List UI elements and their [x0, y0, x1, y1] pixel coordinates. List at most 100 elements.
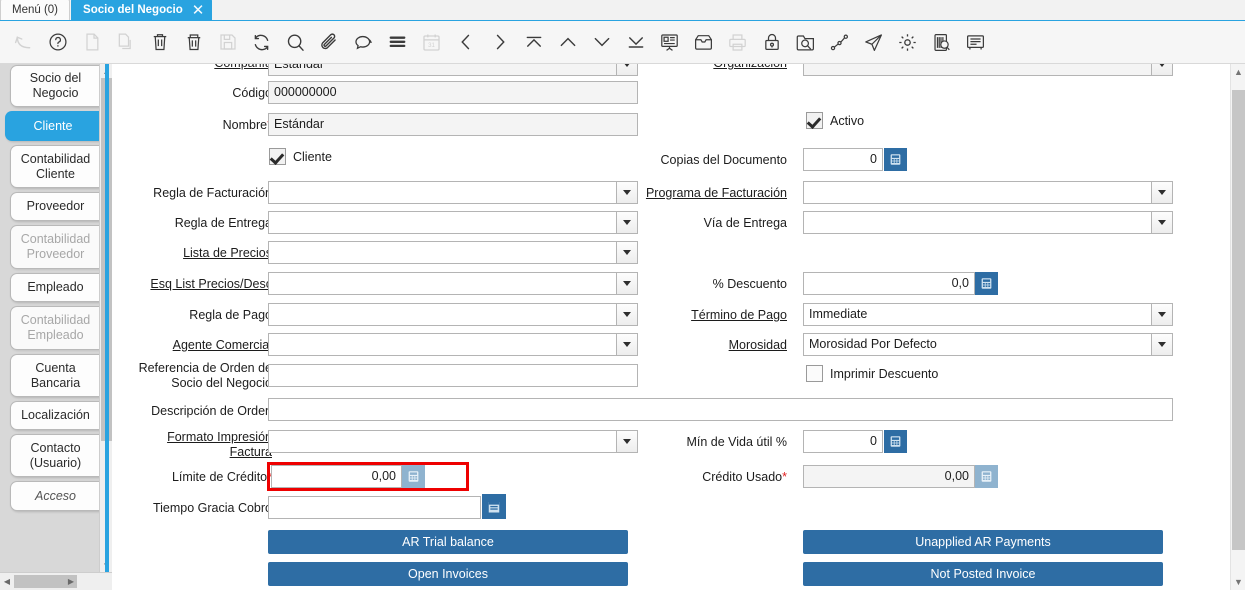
chevron-down-icon[interactable]	[617, 241, 638, 264]
sidebar-item-cliente[interactable]: Cliente	[5, 111, 102, 141]
invoice-info-icon[interactable]	[960, 27, 991, 58]
codigo-input[interactable]: 000000000	[268, 81, 638, 104]
up-record-icon[interactable]	[552, 27, 583, 58]
sidebar-item-socio-del-negocio[interactable]: Socio del Negocio	[10, 65, 102, 107]
print-icon[interactable]	[722, 27, 753, 58]
pct-descuento-input[interactable]: 0,0	[803, 272, 975, 295]
programa-facturacion-combo[interactable]	[803, 181, 1173, 204]
previous-record-icon[interactable]	[450, 27, 481, 58]
delete-selection-icon[interactable]	[178, 27, 209, 58]
scroll-down-icon[interactable]: ▼	[1231, 574, 1245, 590]
undo-icon[interactable]	[8, 27, 39, 58]
last-record-icon[interactable]	[620, 27, 651, 58]
sidebar-item-contabilidad-empleado[interactable]: Contabilidad Empleado	[10, 306, 102, 350]
menu-lines-icon[interactable]	[382, 27, 413, 58]
esq-list-precios-combo[interactable]	[268, 272, 638, 295]
nombre-input[interactable]: Estándar	[268, 113, 638, 136]
chat-icon[interactable]	[348, 27, 379, 58]
lista-precios-combo[interactable]	[268, 241, 638, 264]
attachment-icon[interactable]	[314, 27, 345, 58]
scroll-up-icon[interactable]: ▲	[1231, 64, 1245, 80]
send-icon[interactable]	[858, 27, 889, 58]
via-entrega-combo[interactable]	[803, 211, 1173, 234]
scroll-left-icon[interactable]: ◀	[0, 573, 14, 590]
chevron-down-icon[interactable]	[617, 272, 638, 295]
lock-icon[interactable]	[756, 27, 787, 58]
delete-icon[interactable]	[144, 27, 175, 58]
sidebar-item-contacto-usuario[interactable]: Contacto (Usuario)	[10, 434, 102, 477]
copias-documento-input[interactable]: 0	[803, 148, 883, 171]
regla-pago-combo[interactable]	[268, 303, 638, 326]
sidebar-item-proveedor[interactable]: Proveedor	[10, 192, 102, 221]
imprimir-descuento-checkbox-group[interactable]: Imprimir Descuento	[806, 365, 938, 382]
archive-icon[interactable]	[688, 27, 719, 58]
referencia-orden-input[interactable]	[268, 364, 638, 387]
save-icon[interactable]	[212, 27, 243, 58]
zoom-across-icon[interactable]	[790, 27, 821, 58]
not-posted-invoice-button[interactable]: Not Posted Invoice	[803, 562, 1163, 586]
chevron-down-icon[interactable]	[1152, 333, 1173, 356]
next-record-icon[interactable]	[484, 27, 515, 58]
company-combo[interactable]: Estándar	[268, 64, 638, 76]
min-vida-util-input[interactable]: 0	[803, 430, 883, 453]
tiempo-gracia-input[interactable]	[268, 496, 481, 519]
calendar-icon[interactable]: 31	[416, 27, 447, 58]
activo-checkbox[interactable]	[806, 112, 823, 129]
search-icon[interactable]	[280, 27, 311, 58]
sidebar-item-contabilidad-cliente[interactable]: Contabilidad Cliente	[10, 145, 102, 188]
limite-credito-input[interactable]: 0,00	[271, 465, 402, 488]
product-info-icon[interactable]	[926, 27, 957, 58]
new-record-icon[interactable]	[76, 27, 107, 58]
ar-trial-balance-button[interactable]: AR Trial balance	[268, 530, 628, 554]
agente-comercial-combo[interactable]	[268, 333, 638, 356]
chevron-down-icon[interactable]	[617, 333, 638, 356]
unapplied-ar-payments-button[interactable]: Unapplied AR Payments	[803, 530, 1163, 554]
chevron-down-icon[interactable]	[1152, 303, 1173, 326]
chevron-down-icon[interactable]	[617, 430, 638, 453]
regla-facturacion-combo[interactable]	[268, 181, 638, 204]
gear-icon[interactable]	[892, 27, 923, 58]
chevron-down-icon[interactable]	[1152, 181, 1173, 204]
chevron-down-icon[interactable]	[1152, 211, 1173, 234]
activo-checkbox-group[interactable]: Activo	[806, 112, 864, 129]
sidebar-item-contabilidad-proveedor[interactable]: Contabilidad Proveedor	[10, 225, 102, 269]
sidebar-item-empleado[interactable]: Empleado	[10, 273, 102, 302]
down-record-icon[interactable]	[586, 27, 617, 58]
window-tab-menu[interactable]: Menú (0)	[0, 0, 70, 20]
chevron-down-icon[interactable]	[1152, 64, 1173, 76]
copias-documento-calculator-button[interactable]	[884, 148, 907, 171]
first-record-icon[interactable]	[518, 27, 549, 58]
sidebar-horizontal-scrollbar[interactable]: ◀ ▶	[0, 572, 112, 590]
scrollbar-thumb[interactable]	[1232, 90, 1245, 550]
window-tab-socio-del-negocio[interactable]: Socio del Negocio ✕	[71, 0, 212, 20]
cliente-checkbox[interactable]	[269, 148, 286, 165]
pct-descuento-calculator-button[interactable]	[975, 272, 998, 295]
open-invoices-button[interactable]: Open Invoices	[268, 562, 628, 586]
help-icon[interactable]	[42, 27, 73, 58]
imprimir-descuento-checkbox[interactable]	[806, 365, 823, 382]
min-vida-util-calculator-button[interactable]	[884, 430, 907, 453]
credito-usado-calculator-button[interactable]	[975, 465, 998, 488]
form-vertical-scrollbar[interactable]: ▲ ▼	[1230, 64, 1245, 590]
report-view-icon[interactable]	[654, 27, 685, 58]
morosidad-combo[interactable]: Morosidad Por Defecto	[803, 333, 1173, 356]
descripcion-orden-input[interactable]	[268, 398, 1173, 421]
sidebar-item-acceso[interactable]: Acceso	[10, 481, 102, 511]
chevron-down-icon[interactable]	[617, 64, 638, 76]
tiempo-gracia-calendar-button[interactable]	[482, 494, 506, 519]
sidebar-item-localizacion[interactable]: Localización	[10, 401, 102, 430]
scroll-right-icon[interactable]: ▶	[64, 573, 78, 590]
limite-credito-calculator-button[interactable]	[402, 465, 425, 488]
regla-entrega-combo[interactable]	[268, 211, 638, 234]
chevron-down-icon[interactable]	[617, 211, 638, 234]
organization-combo[interactable]	[803, 64, 1173, 76]
cliente-checkbox-group[interactable]: Cliente	[269, 148, 332, 165]
chevron-down-icon[interactable]	[617, 303, 638, 326]
copy-record-icon[interactable]	[110, 27, 141, 58]
refresh-icon[interactable]	[246, 27, 277, 58]
termino-pago-combo[interactable]: Immediate	[803, 303, 1173, 326]
close-icon[interactable]: ✕	[192, 3, 205, 18]
workflow-icon[interactable]	[824, 27, 855, 58]
formato-impresion-combo[interactable]	[268, 430, 638, 453]
sidebar-item-cuenta-bancaria[interactable]: Cuenta Bancaria	[10, 354, 102, 397]
